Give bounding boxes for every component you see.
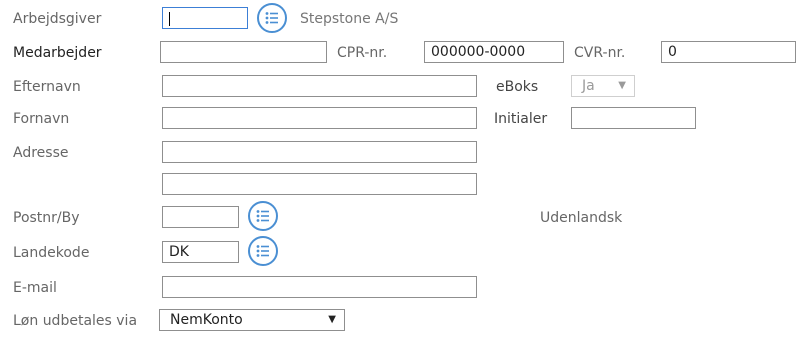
employee-label: Medarbejder — [13, 45, 102, 61]
salary-payment-label: Løn udbetales via — [13, 313, 138, 329]
triangle-down-icon: ▼ — [328, 314, 336, 325]
triangle-down-icon: ▼ — [618, 80, 626, 91]
employer-label: Arbejdsgiver — [13, 11, 102, 27]
foreign-label: Udenlandsk — [540, 210, 623, 226]
country-code-input[interactable]: DK — [162, 241, 239, 263]
postal-input[interactable] — [162, 206, 239, 228]
employee-number-input[interactable] — [160, 41, 327, 63]
firstname-label: Fornavn — [13, 111, 70, 127]
country-label: Landekode — [13, 245, 90, 261]
address-line1-input[interactable] — [162, 141, 477, 163]
country-code-value: DK — [169, 244, 189, 260]
lastname-input[interactable] — [162, 75, 477, 97]
cvr-input[interactable]: 0 — [661, 41, 796, 63]
firstname-input[interactable] — [162, 107, 477, 129]
address-label: Adresse — [13, 145, 69, 161]
text-caret — [169, 12, 170, 26]
eboks-selected-value: Ja — [582, 78, 595, 94]
cpr-label: CPR-nr. — [337, 45, 388, 61]
eboks-label: eBoks — [496, 79, 539, 95]
initials-label: Initialer — [494, 111, 548, 127]
email-label: E-mail — [13, 280, 57, 296]
lastname-label: Efternavn — [13, 79, 81, 95]
salary-payment-select[interactable]: NemKonto ▼ — [159, 309, 345, 331]
address-line2-input[interactable] — [162, 173, 477, 195]
cpr-value: 000000-0000 — [431, 44, 526, 60]
eboks-select[interactable]: Ja ▼ — [571, 75, 635, 97]
employer-name: Stepstone A/S — [300, 11, 399, 27]
country-lookup-list-icon[interactable] — [248, 236, 278, 266]
cpr-input[interactable]: 000000-0000 — [424, 41, 564, 63]
cvr-value: 0 — [668, 44, 677, 60]
employer-input[interactable] — [162, 7, 248, 29]
initials-input[interactable] — [571, 107, 696, 129]
postal-lookup-list-icon[interactable] — [248, 201, 278, 231]
cvr-label: CVR-nr. — [574, 45, 626, 61]
email-input[interactable] — [162, 276, 477, 298]
employer-lookup-list-icon[interactable] — [257, 3, 287, 33]
salary-payment-selected-value: NemKonto — [170, 312, 243, 328]
postal-label: Postnr/By — [13, 210, 80, 226]
